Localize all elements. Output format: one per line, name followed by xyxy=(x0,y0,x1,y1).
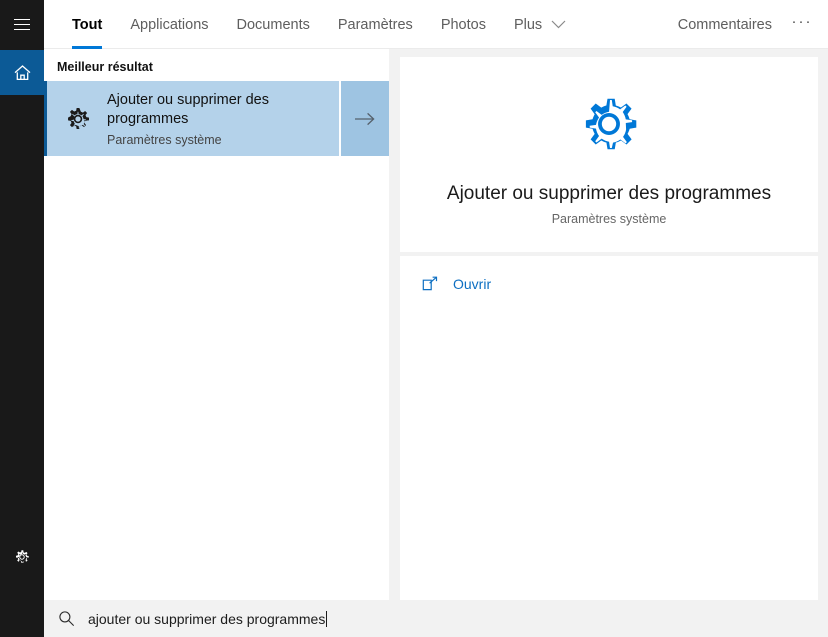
tab-label: Applications xyxy=(130,16,209,33)
feedback-button[interactable]: Commentaires xyxy=(666,17,784,33)
preview-pane: Ajouter ou supprimer des programmes Para… xyxy=(400,57,818,605)
hamburger-menu-icon xyxy=(14,15,30,34)
tab-bar: Tout Applications Documents Paramètres P… xyxy=(58,0,580,49)
best-result-title: Ajouter ou supprimer des programmes xyxy=(107,91,269,127)
best-result-expand-button[interactable] xyxy=(339,81,389,156)
preview-subtitle: Paramètres système xyxy=(551,211,667,226)
home-button[interactable] xyxy=(0,50,44,95)
chevron-down-icon xyxy=(551,17,566,33)
tab-photos[interactable]: Photos xyxy=(427,0,500,49)
settings-button[interactable] xyxy=(0,535,44,579)
tab-label: Tout xyxy=(72,16,103,33)
tab-applications[interactable]: Applications xyxy=(116,0,222,49)
search-header: Tout Applications Documents Paramètres P… xyxy=(44,0,828,49)
left-navigation-rail xyxy=(0,0,44,637)
results-column: Meilleur résultat Ajouter ou supprimer d… xyxy=(44,49,389,600)
tab-label: Photos xyxy=(440,16,486,33)
tab-label: Documents xyxy=(236,16,310,33)
tab-label: Plus xyxy=(513,16,543,33)
search-input-value: ajouter ou supprimer des programmes xyxy=(88,610,326,627)
tab-tout[interactable]: Tout xyxy=(58,0,116,49)
preview-header-card: Ajouter ou supprimer des programmes Para… xyxy=(400,57,818,252)
arrow-right-icon xyxy=(355,112,375,125)
header-actions: Commentaires ··· xyxy=(666,0,820,49)
open-action-label: Ouvrir xyxy=(453,276,492,292)
best-result-main[interactable]: Ajouter ou supprimer des programmes Para… xyxy=(44,81,339,156)
best-result-subtitle: Paramètres système xyxy=(107,132,222,147)
best-result-item[interactable]: Ajouter ou supprimer des programmes Para… xyxy=(44,81,389,156)
open-action-button[interactable]: Ouvrir xyxy=(400,270,818,298)
section-heading-best-result: Meilleur résultat xyxy=(57,60,153,74)
preview-body-empty xyxy=(400,312,818,605)
search-icon xyxy=(44,610,88,627)
tab-plus[interactable]: Plus xyxy=(500,0,580,49)
search-bar[interactable]: ajouter ou supprimer des programmes xyxy=(44,600,828,637)
ellipsis-icon[interactable]: ··· xyxy=(784,5,820,45)
tab-documents[interactable]: Documents xyxy=(223,0,324,49)
hamburger-menu-button[interactable] xyxy=(0,2,44,46)
best-result-text: Ajouter ou supprimer des programmes Para… xyxy=(98,91,315,147)
search-input[interactable]: ajouter ou supprimer des programmes xyxy=(88,610,328,627)
gear-icon xyxy=(573,88,645,165)
gear-icon xyxy=(58,104,98,134)
preview-title: Ajouter ou supprimer des programmes xyxy=(446,182,772,204)
gear-icon xyxy=(16,550,29,563)
tab-parametres[interactable]: Paramètres xyxy=(324,0,427,49)
home-icon xyxy=(14,64,30,80)
tab-label: Paramètres xyxy=(337,16,413,33)
text-caret xyxy=(326,610,328,627)
preview-actions-card: Ouvrir xyxy=(400,256,818,312)
open-external-icon xyxy=(422,276,444,292)
